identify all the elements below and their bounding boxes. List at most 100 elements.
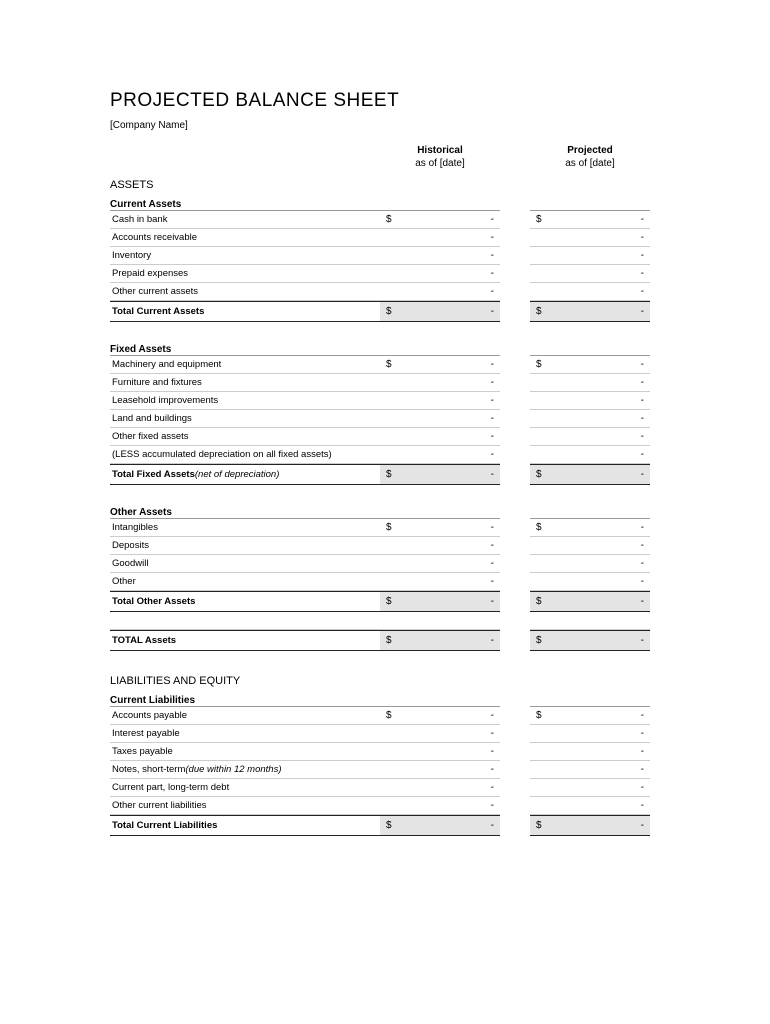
row-label: Cash in bank <box>110 210 380 229</box>
row-label: Leasehold improvements <box>110 392 380 410</box>
currency-symbol: $ <box>536 635 542 646</box>
table-row: Leasehold improvements-- <box>110 392 670 410</box>
column-headers: Historical as of [date] Projected as of … <box>110 145 670 169</box>
row-label: Taxes payable <box>110 743 380 761</box>
projected-cell: - <box>530 797 650 815</box>
row-label: Interest payable <box>110 725 380 743</box>
projected-total-cell: $- <box>530 301 650 322</box>
row-label: Accounts payable <box>110 706 380 725</box>
projected-cell: - <box>530 283 650 301</box>
table-row: Other fixed assets-- <box>110 428 670 446</box>
row-label: Prepaid expenses <box>110 265 380 283</box>
projected-cell: $- <box>530 706 650 725</box>
total-assets-proj-value: - <box>641 635 644 646</box>
table-row: Accounts receivable-- <box>110 229 670 247</box>
table-row: Accounts payable$-$- <box>110 706 670 725</box>
projected-cell: $- <box>530 355 650 374</box>
historical-cell: - <box>380 410 500 428</box>
historical-cell: - <box>380 743 500 761</box>
table-row: Current part, long-term debt-- <box>110 779 670 797</box>
historical-cell: - <box>380 779 500 797</box>
historical-cell: - <box>380 446 500 464</box>
total-label: Total Other Assets <box>110 591 380 612</box>
total-row: Total Current Liabilities$-$- <box>110 815 670 836</box>
projected-cell: - <box>530 573 650 591</box>
total-row: Total Current Assets$-$- <box>110 301 670 322</box>
table-row: Furniture and fixtures-- <box>110 374 670 392</box>
row-label: Other current liabilities <box>110 797 380 815</box>
table-row: Deposits-- <box>110 537 670 555</box>
row-label: Machinery and equipment <box>110 355 380 374</box>
table-row: Notes, short-term (due within 12 months)… <box>110 761 670 779</box>
row-label: Notes, short-term (due within 12 months) <box>110 761 380 779</box>
total-row: Total Fixed Assets (net of depreciation)… <box>110 464 670 485</box>
historical-cell: - <box>380 573 500 591</box>
row-label: Intangibles <box>110 518 380 537</box>
row-label: Other <box>110 573 380 591</box>
assets-section-title: ASSETS <box>110 179 670 191</box>
table-row: Cash in bank$-$- <box>110 210 670 229</box>
total-row: Total Other Assets$-$- <box>110 591 670 612</box>
projected-cell: - <box>530 374 650 392</box>
historical-cell: - <box>380 265 500 283</box>
historical-header: Historical <box>380 145 500 156</box>
projected-cell: - <box>530 392 650 410</box>
projected-cell: - <box>530 428 650 446</box>
row-label: Furniture and fixtures <box>110 374 380 392</box>
historical-cell: - <box>380 537 500 555</box>
projected-cell: - <box>530 229 650 247</box>
other-assets-title: Other Assets <box>110 507 670 518</box>
historical-cell: - <box>380 725 500 743</box>
historical-cell: $- <box>380 355 500 374</box>
projected-cell: $- <box>530 210 650 229</box>
projected-cell: - <box>530 247 650 265</box>
table-row: Other current liabilities-- <box>110 797 670 815</box>
total-label: Total Current Assets <box>110 301 380 322</box>
row-label: Current part, long-term debt <box>110 779 380 797</box>
table-row: Interest payable-- <box>110 725 670 743</box>
historical-cell: $- <box>380 210 500 229</box>
projected-cell: - <box>530 537 650 555</box>
row-label: Other fixed assets <box>110 428 380 446</box>
table-row: Goodwill-- <box>110 555 670 573</box>
projected-cell: - <box>530 265 650 283</box>
projected-cell: - <box>530 410 650 428</box>
historical-cell: - <box>380 247 500 265</box>
table-row: Prepaid expenses-- <box>110 265 670 283</box>
table-row: Taxes payable-- <box>110 743 670 761</box>
total-assets-row: TOTAL Assets $ - $ - <box>110 630 670 651</box>
row-label: Inventory <box>110 247 380 265</box>
table-row: (LESS accumulated depreciation on all fi… <box>110 446 670 464</box>
projected-total-cell: $- <box>530 815 650 836</box>
current-liabilities-title: Current Liabilities <box>110 695 670 706</box>
historical-cell: - <box>380 229 500 247</box>
projected-total-cell: $- <box>530 591 650 612</box>
historical-subheader: as of [date] <box>380 158 500 169</box>
historical-cell: $- <box>380 706 500 725</box>
currency-symbol: $ <box>386 635 392 646</box>
table-row: Inventory-- <box>110 247 670 265</box>
projected-cell: - <box>530 743 650 761</box>
table-row: Machinery and equipment$-$- <box>110 355 670 374</box>
total-assets-hist-value: - <box>491 635 494 646</box>
fixed-assets-title: Fixed Assets <box>110 344 670 355</box>
table-row: Other current assets-- <box>110 283 670 301</box>
historical-cell: - <box>380 555 500 573</box>
historical-cell: - <box>380 374 500 392</box>
current-assets-title: Current Assets <box>110 199 670 210</box>
page-title: PROJECTED BALANCE SHEET <box>110 90 670 112</box>
historical-total-cell: $- <box>380 464 500 485</box>
projected-header: Projected <box>530 145 650 156</box>
total-assets-label: TOTAL Assets <box>110 630 380 651</box>
historical-cell: - <box>380 283 500 301</box>
company-name: [Company Name] <box>110 120 670 131</box>
historical-total-cell: $- <box>380 591 500 612</box>
table-row: Intangibles$-$- <box>110 518 670 537</box>
row-label: Deposits <box>110 537 380 555</box>
projected-cell: - <box>530 446 650 464</box>
historical-cell: - <box>380 428 500 446</box>
row-label: Accounts receivable <box>110 229 380 247</box>
total-label: Total Fixed Assets (net of depreciation) <box>110 464 380 485</box>
historical-cell: - <box>380 761 500 779</box>
projected-cell: - <box>530 725 650 743</box>
